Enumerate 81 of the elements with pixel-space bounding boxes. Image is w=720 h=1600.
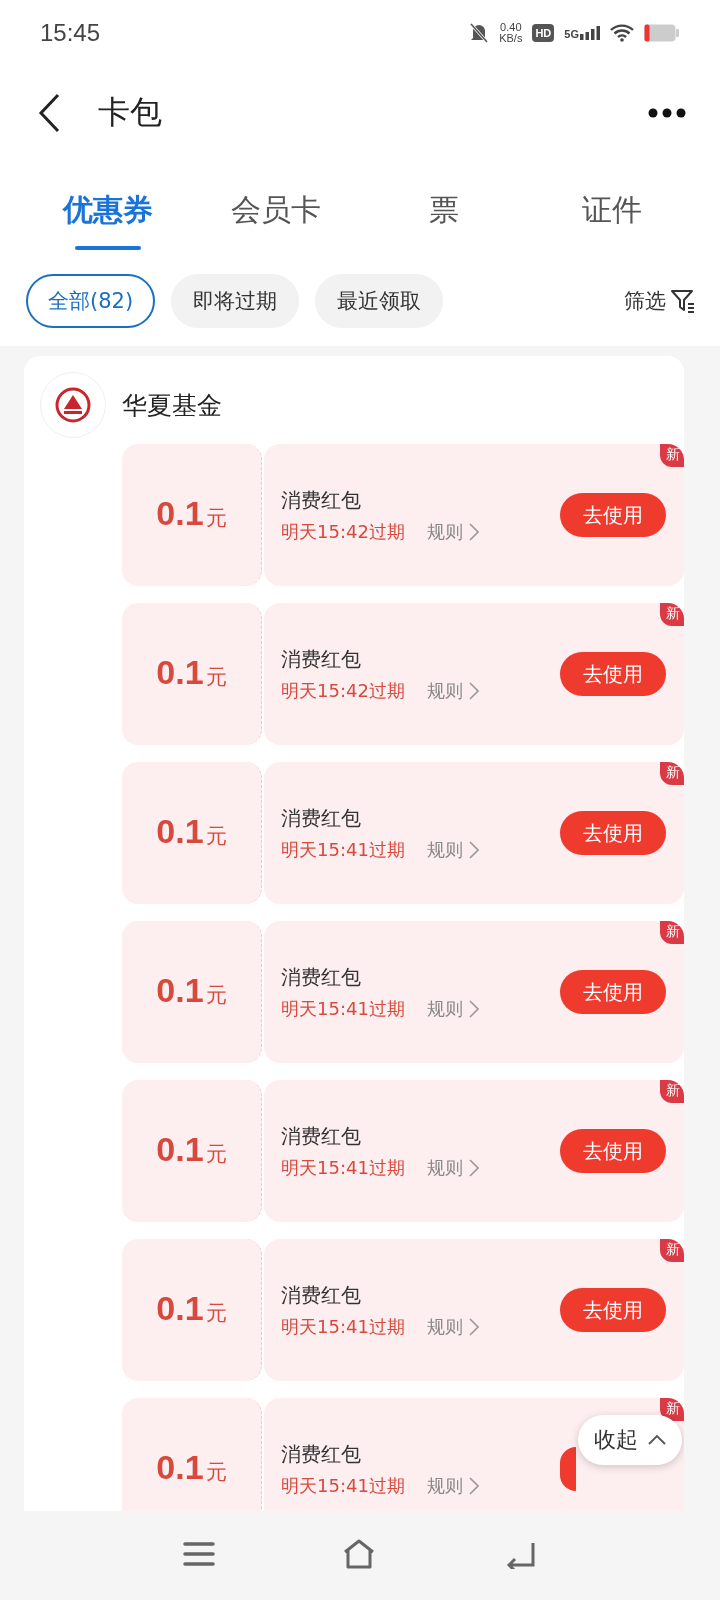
coupon-amount: 0.1 [156,1130,204,1169]
coupon-title: 消费红包 [281,804,362,832]
expiry-text: 明天15:41过期 [281,1155,405,1180]
rules-link[interactable]: 规则 [426,678,479,703]
chevron-right-icon [468,840,479,859]
chevron-right-icon [468,999,479,1018]
rules-link[interactable]: 规则 [426,1473,479,1498]
muted-bell-icon [469,21,490,44]
collapse-button[interactable]: 收起 [578,1415,682,1465]
page-title: 卡包 [98,91,163,133]
filter-icon [670,288,696,314]
currency-unit: 元 [205,1459,227,1486]
expiry-text: 明天15:41过期 [281,1314,405,1339]
coupon-title: 消费红包 [281,1440,362,1468]
coupon-title: 消费红包 [281,1281,362,1309]
more-dots-icon [648,107,686,118]
chevron-right-icon [468,1317,479,1336]
rules-link[interactable]: 规则 [426,837,479,862]
use-button[interactable]: 去使用 [560,970,666,1014]
status-time: 15:45 [40,18,101,47]
use-button[interactable]: 去使用 [560,493,666,537]
wifi-icon [610,23,634,42]
network-type: 5G [564,27,579,40]
menu-icon [183,1540,216,1567]
expiry-text: 明天15:41过期 [281,837,405,862]
chevron-right-icon [468,681,479,700]
coupon-title: 消费红包 [281,1122,362,1150]
new-badge: 新 [660,603,684,626]
currency-unit: 元 [205,823,227,850]
rules-link[interactable]: 规则 [426,1314,479,1339]
battery-icon [644,23,680,42]
tab[interactable]: 证件 [528,160,696,260]
home-icon [342,1537,376,1570]
tab[interactable]: 会员卡 [192,160,360,260]
filter-chip[interactable]: 即将过期 [171,274,300,328]
chevron-right-icon [468,1476,479,1495]
rules-link[interactable]: 规则 [426,996,479,1021]
coupon-amount: 0.1 [156,812,204,851]
coupon-amount: 0.1 [156,1289,204,1328]
new-badge: 新 [660,762,684,785]
use-button[interactable]: 去使用 [560,1129,666,1173]
coupon-title: 消费红包 [281,645,362,673]
expiry-text: 明天15:42过期 [281,678,405,703]
rules-link[interactable]: 规则 [426,1155,479,1180]
filter-chip[interactable]: 全部(82) [26,274,156,328]
currency-unit: 元 [205,505,227,532]
new-badge: 新 [660,921,684,944]
currency-unit: 元 [205,982,227,1009]
coupon-amount: 0.1 [156,494,204,533]
coupon-title: 消费红包 [281,486,362,514]
use-button[interactable] [560,1447,576,1491]
use-button[interactable]: 去使用 [560,652,666,696]
coupon-amount: 0.1 [156,971,204,1010]
currency-unit: 元 [205,1300,227,1327]
coupon-amount: 0.1 [156,653,204,692]
tab[interactable]: 优惠券 [24,160,192,260]
use-button[interactable]: 去使用 [560,1288,666,1332]
new-badge: 新 [660,1080,684,1103]
filter-chip[interactable]: 最近领取 [315,274,444,328]
expiry-text: 明天15:41过期 [281,996,405,1021]
coupon-amount: 0.1 [156,1448,204,1487]
rules-link[interactable]: 规则 [426,519,479,544]
use-button[interactable]: 去使用 [560,811,666,855]
chevron-right-icon [468,522,479,541]
currency-unit: 元 [205,664,227,691]
new-badge: 新 [660,1239,684,1262]
filter-button[interactable]: 筛选 [624,287,696,315]
chevron-right-icon [468,1158,479,1177]
network-speed: 0.40 [500,21,522,33]
new-badge: 新 [660,1398,684,1421]
coupon-title: 消费红包 [281,963,362,991]
signal-icon [580,25,600,40]
expiry-text: 明天15:42过期 [281,519,405,544]
hd-badge: HD [532,23,555,42]
new-badge: 新 [660,444,684,467]
chevron-up-icon [648,1435,666,1445]
currency-unit: 元 [205,1141,227,1168]
store-name: 华夏基金 [122,389,222,422]
network-speed-unit: KB/s [499,32,523,44]
tab[interactable]: 票 [360,160,528,260]
expiry-text: 明天15:41过期 [281,1473,405,1498]
